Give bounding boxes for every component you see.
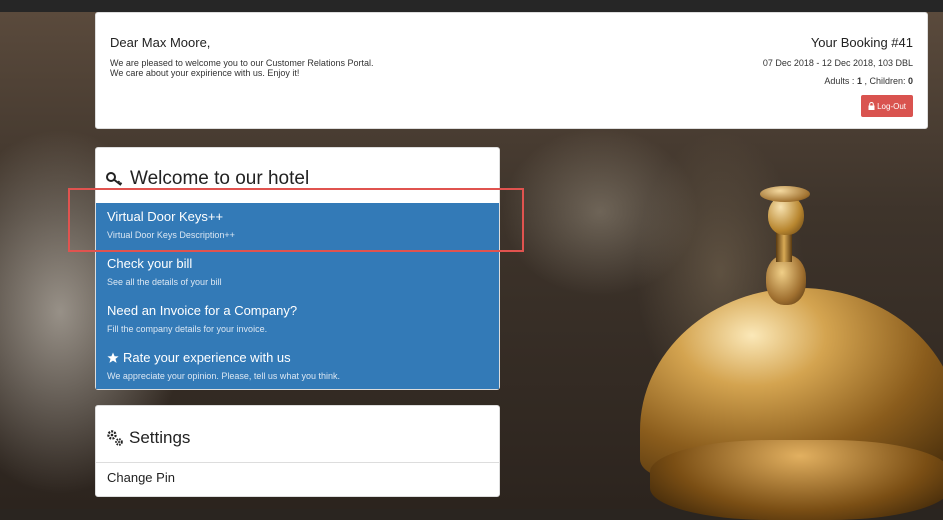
adults-label: Adults : [824,76,857,86]
menu-item-company-invoice[interactable]: Need an Invoice for a Company? Fill the … [96,297,499,344]
settings-panel: Settings Change Pin [95,405,500,497]
booking-dates: 07 Dec 2018 - 12 Dec 2018, 103 DBL [762,58,913,68]
welcome-line-2: We care about your expirience with us. E… [110,68,300,78]
booking-header-panel: Dear Max Moore, We are pleased to welcom… [95,12,928,129]
logout-label: Log-Out [877,101,906,111]
menu-item-title: Rate your experience with us [107,350,291,365]
booking-title: Your Booking #41 [810,35,913,50]
menu-item-description: See all the details of your bill [107,277,222,287]
welcome-message: We are pleased to welcome you to our Cus… [110,58,470,78]
menu-item-title: Check your bill [107,256,193,271]
highlight-box [68,188,524,252]
divider [96,462,499,463]
logout-button[interactable]: Log-Out [861,95,913,117]
hotel-menu-panel: Welcome to our hotel Virtual Door Keys++… [95,147,500,390]
children-label: , Children: [861,76,908,86]
menu-item-title-text: Rate your experience with us [123,350,291,365]
greeting-text: Dear Max Moore, [110,35,211,50]
gears-icon [107,430,123,446]
menu-item-description: We appreciate your opinion. Please, tell… [107,371,340,381]
lock-icon [868,102,875,110]
menu-item-rate-experience[interactable]: Rate your experience with us We apprecia… [96,344,499,391]
settings-heading: Settings [106,428,190,448]
welcome-line-1: We are pleased to welcome you to our Cus… [110,58,374,68]
menu-heading-text: Welcome to our hotel [130,168,310,189]
settings-heading-text: Settings [129,428,191,447]
menu-item-title: Need an Invoice for a Company? [107,303,298,318]
browser-top-bar [0,0,943,12]
star-icon [107,352,119,363]
children-count: 0 [907,76,913,86]
change-pin-link[interactable]: Change Pin [107,470,175,485]
booking-guests: Adults : 1 , Children: 0 [824,76,913,86]
menu-item-check-bill[interactable]: Check your bill See all the details of y… [96,250,499,297]
menu-item-description: Fill the company details for your invoic… [107,324,268,334]
key-icon [106,172,123,186]
menu-heading: Welcome to our hotel [106,168,309,190]
